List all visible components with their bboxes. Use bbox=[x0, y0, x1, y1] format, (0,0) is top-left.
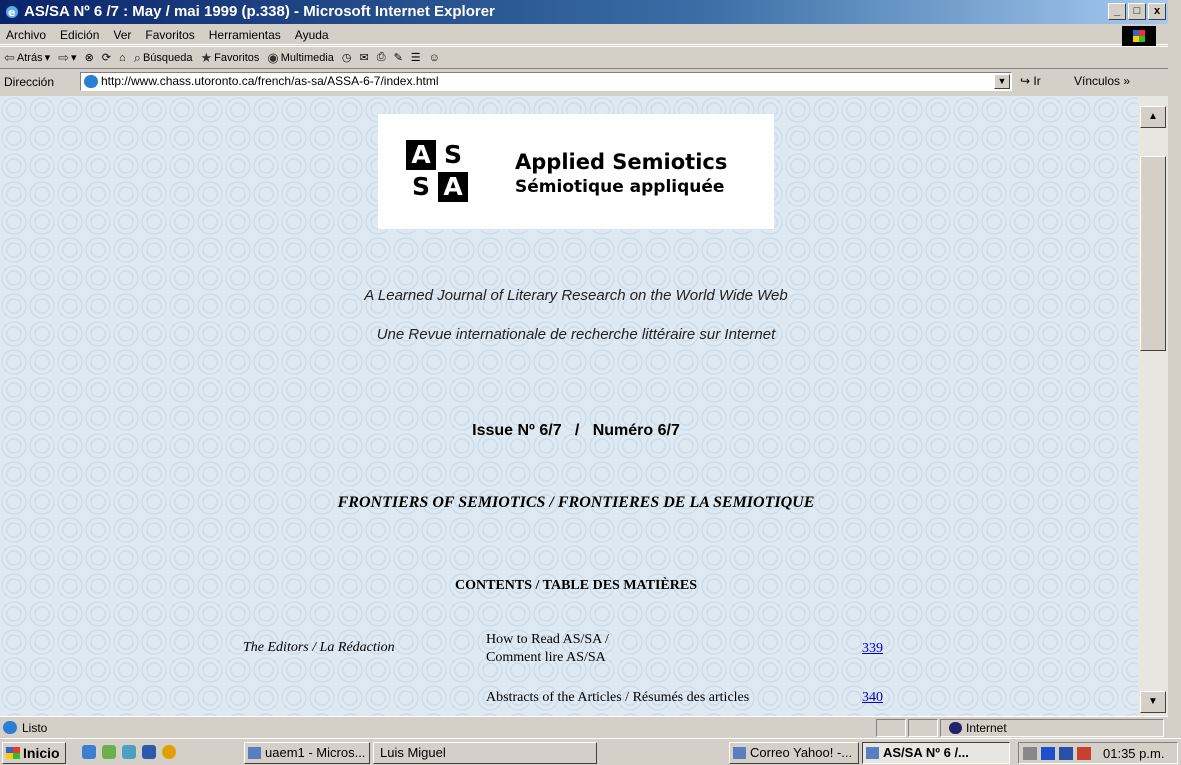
windows-flag-icon bbox=[6, 747, 20, 759]
vertical-scrollbar[interactable]: ▲ ▼ bbox=[1138, 96, 1168, 716]
task-yahoo-mail[interactable]: Correo Yahoo! -... bbox=[729, 742, 859, 764]
address-dropdown-icon[interactable]: ▼ bbox=[994, 74, 1010, 89]
ie-icon bbox=[866, 747, 879, 759]
minimize-button[interactable]: _ bbox=[1108, 3, 1126, 20]
refresh-icon[interactable]: ⟳ bbox=[102, 51, 111, 64]
address-label: Dirección bbox=[4, 75, 55, 89]
multimedia-button[interactable]: ◉ Multimedia bbox=[267, 50, 334, 66]
ie-icon: e bbox=[4, 4, 20, 20]
go-arrow-icon: ↪ bbox=[1020, 74, 1031, 88]
as-sa-mark-icon: A S S A bbox=[406, 140, 486, 204]
home-icon[interactable]: ⌂ bbox=[119, 52, 126, 64]
title-bar: e AS/SA Nº 6 /7 : May / mai 1999 (p.338)… bbox=[0, 0, 1168, 24]
media-quicklaunch-icon[interactable] bbox=[162, 745, 176, 759]
address-bar: Dirección http://www.chass.utoronto.ca/f… bbox=[0, 70, 1168, 94]
security-zone: Internet bbox=[966, 721, 1007, 735]
favorites-icon: ★ bbox=[200, 49, 213, 65]
task-luis-miguel[interactable]: Luis Miguel bbox=[373, 742, 597, 764]
clock: 01:35 p.m. bbox=[1103, 746, 1165, 761]
forward-dropdown-icon[interactable]: ▾ bbox=[71, 51, 77, 64]
scroll-thumb[interactable] bbox=[1140, 156, 1166, 351]
menu-herramientas[interactable]: Herramientas bbox=[209, 28, 281, 42]
volume-icon[interactable] bbox=[1023, 747, 1037, 760]
close-button[interactable]: x bbox=[1148, 3, 1166, 20]
search-icon: ⌕ bbox=[133, 49, 141, 65]
internet-zone-icon bbox=[949, 722, 962, 734]
page-content: A S S A Applied Semiotics Sémiotique app… bbox=[0, 96, 1152, 716]
toc-author: The Editors / La Rédaction bbox=[243, 640, 395, 655]
history-icon[interactable]: ◷ bbox=[342, 51, 352, 64]
forward-arrow-icon: ⇨ bbox=[58, 49, 70, 65]
journal-logo: A S S A Applied Semiotics Sémiotique app… bbox=[378, 114, 774, 229]
contents-heading: CONTENTS / TABLE DES MATIÈRES bbox=[455, 578, 697, 593]
multimedia-icon: ◉ bbox=[267, 49, 279, 65]
status-text: Listo bbox=[22, 721, 48, 735]
search-button[interactable]: ⌕ Búsqueda bbox=[134, 50, 193, 66]
svg-text:e: e bbox=[8, 6, 15, 19]
windows-logo-icon bbox=[1122, 26, 1156, 46]
toc-page-link[interactable]: 339 bbox=[862, 641, 883, 657]
address-url: http://www.chass.utoronto.ca/french/as-s… bbox=[101, 74, 439, 88]
edit-icon[interactable]: ✎ bbox=[394, 51, 403, 64]
system-tray: 01:35 p.m. bbox=[1018, 742, 1178, 764]
status-bar: Listo Internet bbox=[0, 716, 1168, 738]
maximize-button[interactable]: □ bbox=[1128, 3, 1146, 20]
toc-title: Comment lire AS/SA bbox=[486, 650, 606, 665]
browser-window: e AS/SA Nº 6 /7 : May / mai 1999 (p.338)… bbox=[0, 0, 1168, 738]
language-icon[interactable] bbox=[1059, 747, 1073, 760]
status-pane bbox=[908, 719, 938, 737]
mail-icon[interactable]: ✉ bbox=[360, 51, 369, 64]
print-icon[interactable]: ⎙ bbox=[377, 51, 386, 64]
word-quicklaunch-icon[interactable] bbox=[142, 745, 156, 759]
frontiers-heading: FRONTIERS OF SEMIOTICS / FRONTIERES DE L… bbox=[337, 494, 815, 511]
desktop-quicklaunch-icon[interactable] bbox=[122, 745, 136, 759]
scroll-down-icon[interactable]: ▼ bbox=[1140, 691, 1166, 713]
start-button[interactable]: Inicio bbox=[2, 742, 66, 764]
forward-button[interactable]: ⇨ ▾ bbox=[58, 50, 76, 66]
toc-title: Abstracts of the Articles / Résumés des … bbox=[486, 690, 750, 705]
tagline-fr: Une Revue internationale de recherche li… bbox=[376, 326, 776, 343]
tagline-en: A Learned Journal of Literary Research o… bbox=[364, 287, 788, 304]
scroll-up-icon[interactable]: ▲ bbox=[1140, 106, 1166, 128]
status-pane bbox=[876, 719, 906, 737]
back-dropdown-icon[interactable]: ▾ bbox=[45, 51, 51, 64]
menu-bar: Archivo Edición Ver Favoritos Herramient… bbox=[0, 25, 1168, 45]
toc-page-link[interactable]: 340 bbox=[862, 690, 883, 706]
go-button[interactable]: ↪ Ir bbox=[1020, 74, 1041, 88]
menu-archivo[interactable]: Archivo bbox=[6, 28, 46, 42]
ie-icon bbox=[733, 747, 746, 759]
address-input[interactable]: http://www.chass.utoronto.ca/french/as-s… bbox=[80, 72, 1012, 91]
page-status-icon bbox=[3, 721, 17, 734]
toolbar: ⇦ Atrás ▾ ⇨ ▾ ⊗ ⟳ ⌂ ⌕ Búsqueda ★ Favoritos ◉ M… bbox=[0, 46, 1168, 69]
discuss-icon[interactable]: ☰ bbox=[411, 51, 421, 64]
messenger-icon[interactable]: ☺ bbox=[429, 52, 440, 64]
word-icon bbox=[248, 747, 261, 759]
page-icon bbox=[84, 75, 98, 88]
outlook-quicklaunch-icon[interactable] bbox=[102, 745, 116, 759]
menu-ayuda[interactable]: Ayuda bbox=[295, 28, 329, 42]
links-button[interactable]: Vínculos » bbox=[1074, 74, 1130, 88]
toc-title: How to Read AS/SA / bbox=[486, 632, 609, 647]
window-title: AS/SA Nº 6 /7 : May / mai 1999 (p.338) -… bbox=[24, 3, 495, 20]
back-arrow-icon: ⇦ bbox=[4, 49, 15, 65]
menu-ver[interactable]: Ver bbox=[113, 28, 131, 42]
ie-quicklaunch-icon[interactable] bbox=[82, 745, 96, 759]
menu-edicion[interactable]: Edición bbox=[60, 28, 99, 42]
task-word[interactable]: uaem1 - Micros... bbox=[244, 742, 370, 764]
logo-title-en: Applied Semiotics bbox=[515, 150, 728, 174]
back-button[interactable]: ⇦ Atrás ▾ bbox=[4, 50, 50, 66]
task-as-sa[interactable]: AS/SA Nº 6 /... bbox=[862, 742, 1010, 764]
taskbar: Inicio uaem1 - Micros... Luis Miguel Cor… bbox=[0, 738, 1181, 765]
network-icon[interactable] bbox=[1077, 747, 1091, 760]
favorites-button[interactable]: ★ Favoritos bbox=[200, 50, 259, 66]
stop-icon[interactable]: ⊗ bbox=[85, 51, 94, 64]
logo-title-fr: Sémiotique appliquée bbox=[515, 177, 725, 197]
media-tray-icon[interactable] bbox=[1041, 747, 1055, 760]
issue-heading: Issue Nº 6/7 / Numéro 6/7 bbox=[472, 422, 680, 439]
menu-favoritos[interactable]: Favoritos bbox=[145, 28, 194, 42]
